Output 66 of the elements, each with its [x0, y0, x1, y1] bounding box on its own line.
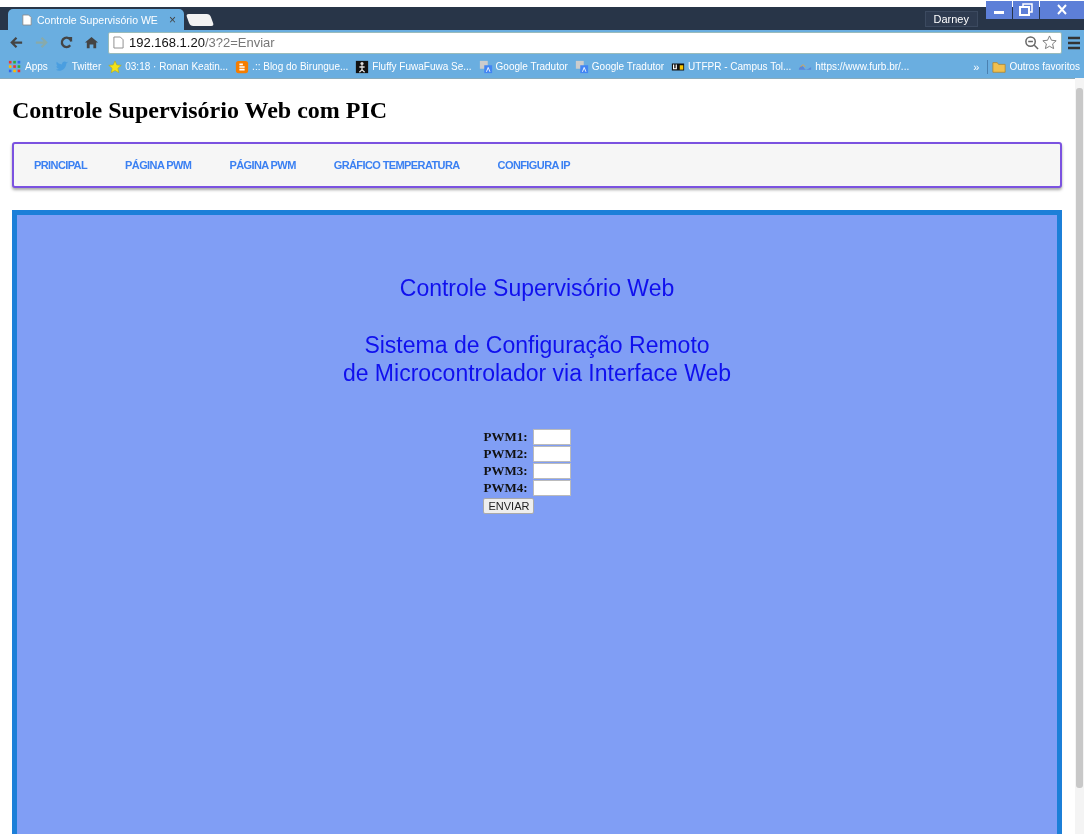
bookmark-item[interactable]: Google Tradutor	[478, 59, 568, 74]
address-bar[interactable]: 192.168.1.20/3?2=Enviar	[108, 31, 1062, 54]
browser-tab[interactable]: Controle Supervisório WE ×	[8, 9, 184, 30]
tab-title: Controle Supervisório WE	[37, 13, 159, 26]
nav-link[interactable]: PÁGINA PWM	[125, 159, 192, 171]
bookmark-label: Fluffy FuwaFuwa Se...	[372, 61, 472, 72]
profile-button[interactable]: Darney	[924, 10, 978, 27]
bookmarks-overflow-button[interactable]: »	[973, 60, 980, 73]
bookmark-label: UTFPR - Campus Tol...	[688, 61, 792, 72]
translate-icon	[478, 59, 493, 74]
star-icon[interactable]	[1042, 35, 1057, 50]
star-icon	[108, 59, 123, 74]
input-field[interactable]	[532, 446, 571, 462]
url-host: 192.168.1.20	[129, 35, 205, 50]
panel-subheading: Sistema de Configuração Remoto de Microcontrolador via Interface Web	[342, 331, 732, 387]
zoom-icon[interactable]	[1024, 35, 1039, 50]
bookmark-item[interactable]: .:: Blog do Birungue...	[235, 59, 349, 74]
input-field[interactable]	[532, 463, 571, 479]
bookmark-item[interactable]: Twitter	[54, 59, 102, 74]
figure-icon	[355, 59, 370, 74]
field-label: PWM1:	[483, 429, 528, 445]
field-label: PWM4:	[483, 480, 528, 496]
bookmark-item[interactable]: UTFPR - Campus Tol...	[671, 59, 792, 74]
bookmark-item[interactable]: 03:18 · Ronan Keatin...	[108, 59, 229, 74]
minimize-icon[interactable]	[986, 1, 1012, 19]
nav-link[interactable]: CONFIGURA IP	[497, 159, 571, 171]
bookmark-item[interactable]: https://www.furb.br/...	[798, 59, 910, 74]
bookmark-label: Google Tradutor	[591, 61, 665, 72]
page-title: Controle Supervisório Web com PIC	[12, 97, 389, 124]
restore-icon[interactable]	[1013, 1, 1039, 19]
bird-icon	[54, 59, 69, 74]
tab-close-button[interactable]: ×	[169, 12, 176, 27]
new-tab-button[interactable]	[185, 14, 215, 26]
bookmark-label: https://www.furb.br/...	[815, 61, 910, 72]
apps-grid-icon	[8, 59, 22, 74]
bookmark-label: Google Tradutor	[495, 61, 568, 72]
translate-icon	[574, 59, 589, 74]
folder-icon	[992, 59, 1007, 74]
bookmark-label: Apps	[25, 61, 48, 72]
submit-button[interactable]: ENVIAR	[483, 498, 535, 514]
bookmark-label: 03:18 · Ronan Keatin...	[125, 61, 229, 72]
reload-icon[interactable]	[59, 35, 74, 50]
input-field[interactable]	[532, 480, 571, 496]
nav-link[interactable]: PÁGINA PWM	[229, 159, 296, 171]
page-icon	[22, 13, 32, 26]
back-icon[interactable]	[9, 35, 24, 50]
nav-link[interactable]: PRINCIPAL	[34, 159, 88, 171]
input-field[interactable]	[532, 429, 571, 445]
field-label: PWM2:	[483, 446, 528, 462]
home-icon[interactable]	[84, 35, 99, 50]
bookmark-item[interactable]: Google Tradutor	[574, 59, 665, 74]
bookmark-label: Outros favoritos	[1009, 61, 1080, 72]
url-path: /3?2=Enviar	[204, 35, 275, 50]
menu-icon[interactable]	[1068, 35, 1080, 50]
nav-link[interactable]: GRÁFICO TEMPERATURA	[333, 159, 460, 171]
close-icon[interactable]	[1040, 1, 1084, 19]
page-icon	[113, 36, 124, 49]
bookmark-item[interactable]: Fluffy FuwaFuwa Se...	[355, 59, 472, 74]
blogger-icon	[235, 59, 250, 74]
panel-heading: Controle Supervisório Web	[399, 275, 675, 302]
bookmark-item[interactable]: Apps	[8, 59, 48, 74]
scrollbar[interactable]	[1075, 78, 1084, 834]
field-label: PWM3:	[483, 463, 528, 479]
bookmark-label: Twitter	[71, 61, 102, 72]
bookmark-label: .:: Blog do Birungue...	[252, 61, 349, 72]
bookmark-folder[interactable]: Outros favoritos	[987, 59, 1080, 74]
